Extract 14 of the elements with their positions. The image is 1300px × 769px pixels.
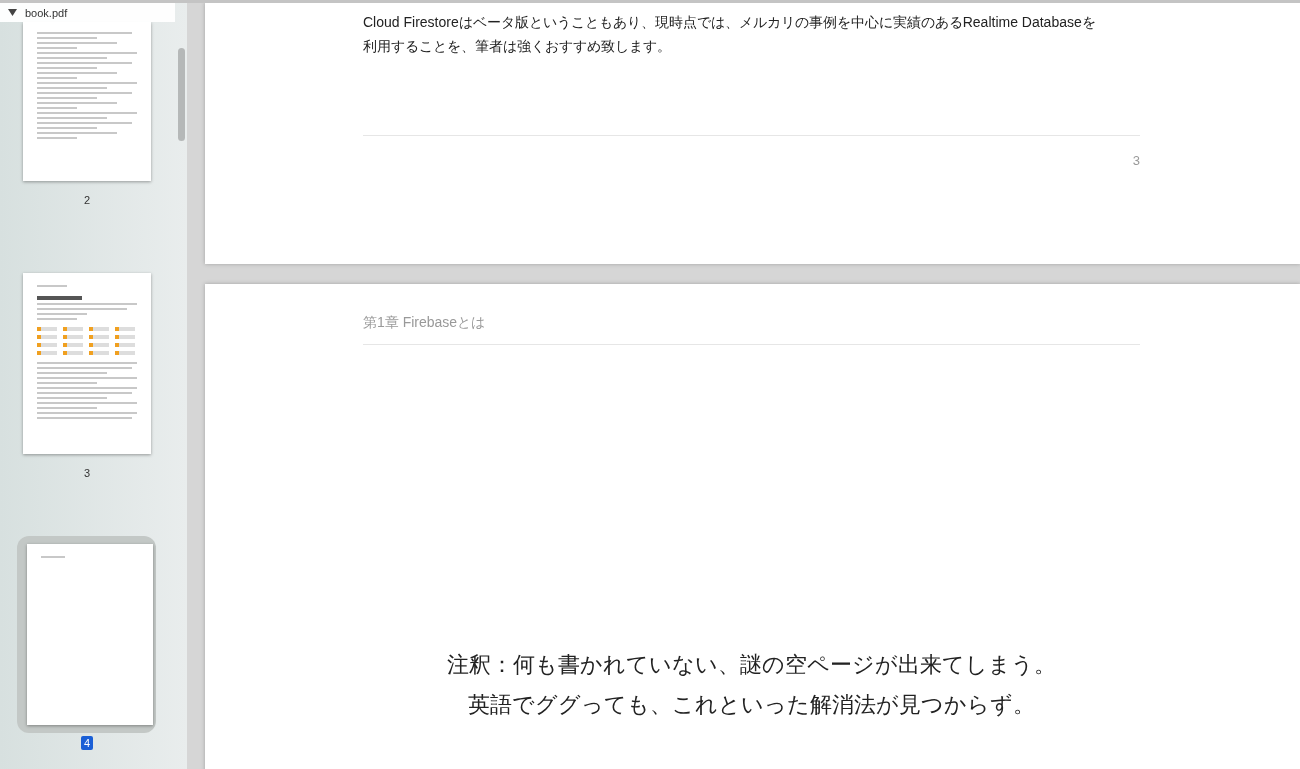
annotation-text: 注釈：何も書かれていない、謎の空ページが出来てしまう。 — [447, 651, 1056, 679]
page-thumbnail[interactable] — [23, 22, 151, 181]
scrollbar-thumb[interactable] — [178, 48, 185, 141]
page-number-label: 3 — [82, 466, 92, 480]
page-thumbnail[interactable] — [26, 544, 153, 725]
page-number-label: 2 — [82, 193, 92, 207]
disclosure-triangle-icon[interactable] — [8, 9, 17, 16]
file-name[interactable]: book.pdf — [25, 6, 68, 19]
page-thumbnail[interactable] — [23, 273, 151, 454]
page-number: 3 — [1132, 153, 1140, 168]
body-paragraph: Cloud Firestoreはベータ版ということもあり、現時点では、メルカリの事例を中心に実績のあるRealtime Databaseを利用することを、筆者は強くおすすめ致します。 — [363, 13, 1097, 56]
chapter-header: 第1章 Firebaseとは — [363, 314, 487, 332]
page-number-label: 4 — [80, 736, 94, 750]
annotation-text: 英語でググっても、これといった解消法が見つからず。 — [468, 691, 1035, 719]
